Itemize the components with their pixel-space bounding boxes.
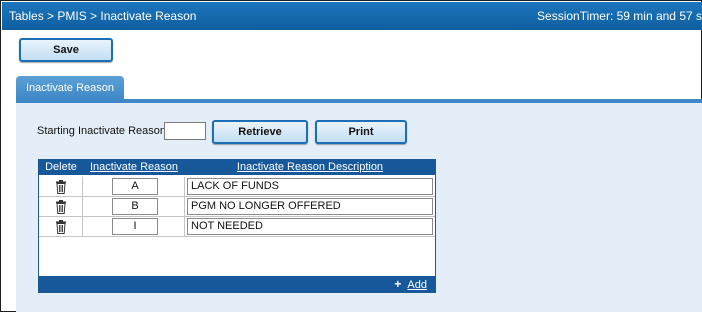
reason-code-field[interactable]: I (112, 218, 158, 235)
reason-description-field[interactable]: PGM NO LONGER OFFERED (187, 198, 433, 215)
starting-reason-input[interactable] (164, 122, 206, 140)
plus-icon: + (394, 277, 402, 291)
session-timer: SessionTimer: 59 min and 57 s (537, 9, 702, 23)
table-row: A LACK OF FUNDS (39, 177, 435, 197)
grid-header: Delete Inactivate Reason Inactivate Reas… (39, 160, 435, 175)
reason-code-field[interactable]: B (112, 198, 158, 215)
grid-footer: + Add (39, 276, 435, 292)
tab-inactivate-reason[interactable]: Inactivate Reason (16, 76, 124, 100)
reason-description-field[interactable]: LACK OF FUNDS (187, 178, 433, 195)
reason-description-field[interactable]: NOT NEEDED (187, 218, 433, 235)
breadcrumb: Tables > PMIS > Inactivate Reason (9, 9, 197, 23)
add-row-link[interactable]: + Add (394, 277, 427, 291)
reason-code-field[interactable]: A (112, 178, 158, 195)
print-button[interactable]: Print (315, 120, 407, 144)
retrieve-button[interactable]: Retrieve (212, 120, 308, 144)
reason-cell: I (83, 217, 185, 237)
starting-reason-label: Starting Inactivate Reason: (37, 125, 170, 137)
title-bar: Tables > PMIS > Inactivate Reason Sessio… (2, 2, 702, 30)
column-header-description[interactable]: Inactivate Reason Description (187, 161, 433, 173)
trash-icon[interactable] (39, 177, 83, 197)
add-label: Add (407, 279, 427, 291)
reason-cell: B (83, 197, 185, 217)
trash-icon[interactable] (39, 197, 83, 217)
reason-grid: Delete Inactivate Reason Inactivate Reas… (38, 159, 436, 293)
reason-cell: A (83, 177, 185, 197)
app-window: Tables > PMIS > Inactivate Reason Sessio… (0, 0, 702, 312)
table-row: I NOT NEEDED (39, 217, 435, 237)
table-row: B PGM NO LONGER OFFERED (39, 197, 435, 217)
column-header-delete: Delete (45, 161, 77, 173)
trash-icon[interactable] (39, 217, 83, 237)
save-button[interactable]: Save (19, 38, 113, 62)
column-header-reason[interactable]: Inactivate Reason (85, 161, 183, 173)
